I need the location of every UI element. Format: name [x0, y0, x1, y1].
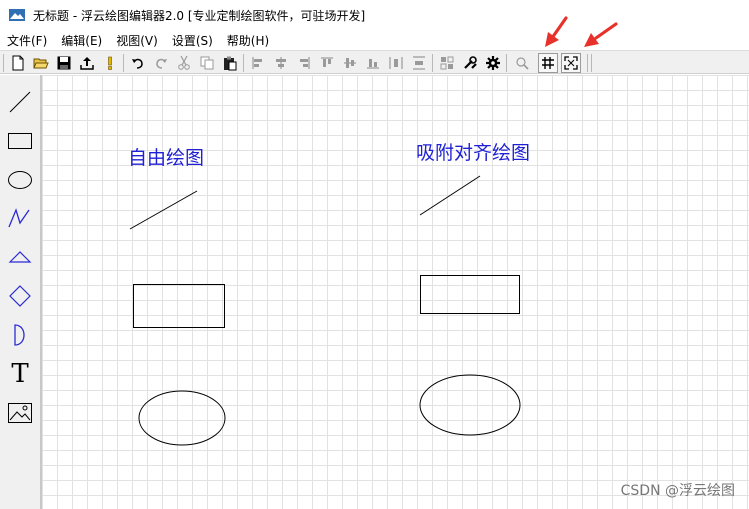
toolbar-separator: [587, 54, 588, 72]
toolbar-separator: [123, 54, 124, 72]
paste-button[interactable]: [220, 53, 240, 73]
annotation-arrow-grid: [545, 16, 568, 47]
diamond-tool-button[interactable]: [3, 278, 37, 314]
polyline-tool-icon: [8, 208, 30, 228]
canvas-shapes: [129, 175, 521, 446]
distribute-horizontal-button[interactable]: [386, 53, 406, 73]
align-center-icon: [276, 57, 286, 69]
cut-icon: [178, 55, 190, 70]
free-ellipse-shape[interactable]: [138, 390, 226, 446]
app-logo-icon: [9, 9, 25, 21]
toolbar-separator: [243, 54, 244, 72]
align-middle-button[interactable]: [340, 53, 360, 73]
align-middle-icon: [344, 58, 356, 68]
new-file-button[interactable]: [8, 53, 28, 73]
rectangle-tool-button[interactable]: [3, 123, 37, 159]
tools-icon: [464, 56, 477, 69]
menu-settings[interactable]: 设置(S): [165, 32, 220, 49]
align-left-button[interactable]: [248, 53, 268, 73]
toolbar-separator: [506, 54, 507, 72]
cut-button[interactable]: [174, 53, 194, 73]
distribute-vertical-icon: [413, 56, 425, 70]
redo-icon: [156, 58, 167, 69]
exclamation-icon: [108, 56, 112, 70]
half-circle-tool-button[interactable]: [3, 317, 37, 353]
align-top-button[interactable]: [317, 53, 337, 73]
image-tool-icon: [8, 403, 32, 423]
toolbar-grip: [3, 54, 4, 72]
triangle-tool-button[interactable]: [3, 239, 37, 275]
align-right-button[interactable]: [294, 53, 314, 73]
gear-icon: [486, 56, 500, 70]
undo-button[interactable]: [128, 53, 148, 73]
snap-icon: [564, 56, 578, 70]
line-tool-button[interactable]: [3, 84, 37, 120]
line-tool-icon: [9, 91, 31, 113]
paste-icon: [224, 56, 237, 71]
free-drawing-label: 自由绘图: [128, 147, 205, 169]
text-tool-button[interactable]: T: [3, 356, 37, 392]
snap-toggle-button[interactable]: [561, 53, 581, 73]
annotation-arrow-snap: [584, 22, 618, 47]
distribute-horizontal-icon: [389, 57, 403, 69]
shape-tool-palette: T: [0, 75, 40, 509]
open-folder-icon: [33, 58, 49, 69]
redo-button[interactable]: [151, 53, 171, 73]
group-button[interactable]: [437, 53, 457, 73]
drawing-canvas[interactable]: 自由绘图 吸附对齐绘图 CSDN @浮云绘图: [42, 75, 749, 509]
snap-rectangle-shape[interactable]: [420, 275, 520, 314]
diamond-tool-icon: [9, 285, 31, 307]
window-title: 无标题 - 浮云绘图编辑器2.0 [专业定制绘图软件，可驻场开发]: [33, 8, 366, 23]
snap-drawing-label: 吸附对齐绘图: [416, 142, 531, 164]
copy-icon: [200, 56, 214, 70]
align-top-icon: [321, 57, 333, 67]
export-button[interactable]: [77, 53, 97, 73]
toolbar-separator: [432, 54, 433, 72]
zoom-button[interactable]: [512, 53, 532, 73]
triangle-tool-icon: [8, 251, 32, 263]
open-button[interactable]: [31, 53, 51, 73]
half-circle-tool-icon: [14, 324, 25, 346]
ellipse-tool-icon: [8, 171, 32, 189]
menu-help[interactable]: 帮助(H): [220, 32, 276, 49]
save-button[interactable]: [54, 53, 74, 73]
image-tool-button[interactable]: [3, 395, 37, 431]
free-rectangle-shape[interactable]: [133, 284, 225, 328]
alert-button[interactable]: [100, 53, 120, 73]
polyline-tool-button[interactable]: [3, 200, 37, 236]
align-center-button[interactable]: [271, 53, 291, 73]
ellipse-tool-button[interactable]: [3, 162, 37, 198]
menu-view[interactable]: 视图(V): [109, 32, 165, 49]
settings-button[interactable]: [483, 53, 503, 73]
text-tool-icon: T: [11, 359, 29, 389]
rectangle-tool-icon: [8, 133, 32, 149]
align-left-icon: [252, 57, 262, 69]
align-right-icon: [300, 57, 310, 69]
align-bottom-icon: [367, 59, 379, 69]
grid-icon: [542, 57, 554, 69]
grid-toggle-button[interactable]: [538, 53, 558, 73]
group-icon: [440, 56, 454, 70]
free-line-shape[interactable]: [129, 190, 198, 230]
watermark-text: CSDN @浮云绘图: [620, 483, 735, 499]
title-bar: 无标题 - 浮云绘图编辑器2.0 [专业定制绘图软件，可驻场开发]: [0, 0, 749, 30]
toolbar-separator: [591, 54, 592, 72]
zoom-icon: [516, 57, 529, 70]
menu-file[interactable]: 文件(F): [0, 32, 54, 49]
snap-ellipse-shape[interactable]: [419, 374, 521, 436]
tools-button[interactable]: [460, 53, 480, 73]
align-bottom-button[interactable]: [363, 53, 383, 73]
toolbar: [0, 50, 749, 74]
menu-edit[interactable]: 编辑(E): [54, 32, 109, 49]
menu-bar: 文件(F) 编辑(E) 视图(V) 设置(S) 帮助(H): [0, 30, 749, 50]
distribute-vertical-button[interactable]: [409, 53, 429, 73]
copy-button[interactable]: [197, 53, 217, 73]
new-file-icon: [12, 55, 24, 71]
save-icon: [57, 56, 71, 70]
export-icon: [80, 57, 94, 70]
undo-icon: [132, 58, 143, 69]
snap-line-shape[interactable]: [419, 175, 481, 216]
